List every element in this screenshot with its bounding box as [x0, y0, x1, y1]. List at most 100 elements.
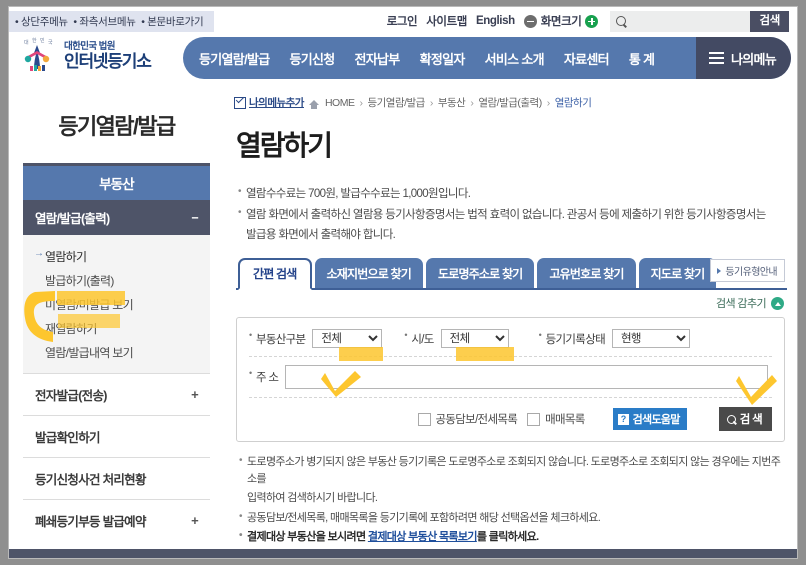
hide-search-toggle[interactable]: 검색 감추기 [234, 295, 784, 311]
sidebar-item-case-status[interactable]: 등기신청사건 처리현황 [23, 457, 210, 499]
sidebar-flat-label-3: 폐쇄등기부등 발급예약 [35, 515, 146, 529]
sidebar-group-print[interactable]: 열람/발급(출력) − [23, 200, 210, 235]
my-menu-button[interactable]: 나의메뉴 [695, 37, 791, 79]
breadcrumb-item-3[interactable]: 열람/발급(출력) [478, 95, 542, 110]
payment-note-suffix: 를 클릭하세요. [476, 531, 539, 544]
payment-target-list-link[interactable]: 결제대상 부동산 목록보기 [368, 531, 478, 543]
sidebar-menu-box: 부동산 열람/발급(출력) − 열람하기 발급하기(출력) 미열람/미발급 보기… [23, 163, 210, 373]
registry-type-guide-label: 등기유형안내 [725, 267, 777, 279]
zoom-out-icon[interactable] [523, 14, 537, 28]
breadcrumb-home[interactable]: HOME [325, 97, 355, 109]
checkbox-joint-collateral[interactable]: 공동담보/전세목록 [417, 411, 518, 427]
sidebar-item-issue[interactable]: 발급하기(출력) [23, 268, 210, 292]
search-submit-button[interactable]: 검 색 [718, 407, 772, 432]
screen-size-label: 화면크기 [540, 16, 582, 28]
expand-icon-0[interactable]: + [191, 387, 199, 402]
breadcrumb-item-1[interactable]: 등기열람/발급 [367, 95, 425, 110]
add-to-my-menu-label: 나의메뉴추가 [249, 97, 304, 109]
sidebar-item-issue-confirm[interactable]: 발급확인하기 [23, 415, 210, 457]
home-icon[interactable] [308, 100, 319, 109]
checkbox-icon-joint[interactable] [417, 412, 431, 426]
skip-link-top-menu[interactable]: • 상단주메뉴 [15, 16, 68, 28]
skip-navigation[interactable]: • 상단주메뉴 • 좌측서브메뉴 • 본문바로가기 [9, 11, 215, 32]
address-input[interactable] [285, 365, 768, 390]
property-type-select[interactable]: 전체 [312, 329, 383, 349]
sidebar-flat-label-2: 등기신청사건 처리현황 [35, 473, 146, 487]
notice-line-1: 열람 화면에서 출력하신 열람용 등기사항증명서는 법적 효력이 없습니다. 관… [238, 206, 787, 224]
svg-text:대: 대 [24, 39, 29, 46]
sidebar-group-toggle-icon[interactable]: − [191, 211, 198, 225]
nav-item-fixed-date[interactable]: 확정일자 [410, 49, 475, 68]
checkbox-trade-list[interactable]: 매매목록 [527, 411, 585, 427]
skip-link-side-menu[interactable]: • 좌측서브메뉴 [73, 16, 135, 28]
utility-bar: • 상단주메뉴 • 좌측서브메뉴 • 본문바로가기 로그인 사이트맵 Engli… [9, 7, 797, 35]
search-submit-label: 검 색 [739, 414, 763, 427]
site-logo[interactable]: 대 한 민 국 대한민국 법원 인터넷등기소 [17, 35, 177, 77]
tab-lot-number-search[interactable]: 소재지번으로 찾기 [314, 258, 423, 289]
site-search-input[interactable] [630, 14, 740, 28]
search-help-button[interactable]: ? 검색도움말 [612, 408, 687, 431]
main-column: 나의메뉴추가 HOME › 등기열람/발급 › 부동산 › 열람/발급(출력) … [224, 83, 797, 558]
registry-type-guide-button[interactable]: 등기유형안내 [710, 259, 785, 283]
skip-link-content[interactable]: • 본문바로가기 [141, 16, 203, 28]
login-link[interactable]: 로그인 [387, 13, 418, 29]
checkbox-icon-trade[interactable] [527, 412, 541, 426]
search-icon [616, 16, 627, 26]
note-line-1: 입력하여 검색하시기 바랍니다. [247, 492, 378, 505]
sidebar-title: 등기열람/발급 [58, 114, 176, 139]
nav-item-epayment[interactable]: 전자납부 [345, 49, 410, 68]
nav-item-registry-apply[interactable]: 등기신청 [279, 49, 344, 68]
breadcrumb-sep-1: › [359, 96, 363, 109]
english-link[interactable]: English [476, 15, 515, 27]
nav-item-statistics[interactable]: 통 계 [619, 49, 664, 68]
note-text-0: 도로명주소가 병기되지 않은 부동산 등기기록은 도로명주소로 조회되지 않습니… [247, 456, 781, 485]
site-header: 대 한 민 국 대한민국 법원 인터넷등기소 등기열람/발급 등기신청 전자납부… [9, 35, 797, 83]
sidebar-item-electronic-issue[interactable]: 전자발급(전송) + [23, 373, 210, 415]
nav-item-registry-view[interactable]: 등기열람/발급 [189, 49, 279, 68]
nav-item-service-intro[interactable]: 서비스 소개 [475, 49, 554, 68]
site-search-button[interactable]: 검색 [750, 10, 789, 32]
search-help-label: 검색도움말 [632, 414, 681, 427]
sidebar-submenu: 열람하기 발급하기(출력) 미열람/미발급 보기 재열람하기 열람/발급내역 보… [23, 235, 210, 373]
zoom-in-icon[interactable] [585, 14, 599, 28]
checkbox-joint-label: 공동담보/전세목록 [435, 414, 518, 427]
add-to-my-menu-link[interactable]: 나의메뉴추가 [234, 95, 304, 110]
expand-icon-3[interactable]: + [191, 513, 199, 528]
notice-line-2: 발급용 화면에서 출력해야 합니다. [246, 229, 396, 242]
site-search: 검색 [610, 10, 789, 32]
sidebar-item-view[interactable]: 열람하기 [23, 244, 210, 268]
site-search-box[interactable] [610, 10, 751, 32]
record-state-select[interactable]: 현행 [611, 329, 690, 349]
breadcrumb-sep-4: › [546, 96, 551, 109]
search-icon [726, 414, 736, 424]
content-area: 등기열람/발급 부동산 열람/발급(출력) − 열람하기 발급하기(출력) 미열… [9, 83, 797, 558]
sidebar-item-closed-registry[interactable]: 폐쇄등기부등 발급예약 + [23, 499, 210, 541]
search-row-selects: 부동산구분 전체 시/도 전체 등기기록상태 현행 [249, 328, 772, 358]
tab-unique-number-search[interactable]: 고유번호로 찾기 [537, 258, 636, 289]
logo-line2: 인터넷등기소 [64, 52, 152, 72]
region-select[interactable]: 전체 [440, 329, 509, 349]
browser-page: • 상단주메뉴 • 좌측서브메뉴 • 본문바로가기 로그인 사이트맵 Engli… [8, 6, 798, 559]
hide-search-label: 검색 감추기 [715, 298, 767, 311]
sidebar-section-header: 부동산 [23, 166, 210, 200]
tab-map-search[interactable]: 지도로 찾기 [638, 258, 717, 289]
tab-simple-search[interactable]: 간편 검색 [238, 258, 312, 291]
svg-text:국: 국 [48, 40, 53, 46]
global-navigation: 등기열람/발급 등기신청 전자납부 확정일자 서비스 소개 자료센터 통 계 나… [183, 37, 791, 79]
search-panel: 부동산구분 전체 시/도 전체 등기기록상태 현행 [236, 317, 785, 443]
search-tabs: 간편 검색 소재지번으로 찾기 도로명주소로 찾기 고유번호로 찾기 지도로 찾… [236, 258, 787, 291]
question-mark-icon: ? [617, 413, 629, 425]
address-label: 주 소 [249, 368, 279, 385]
breadcrumb-item-2[interactable]: 부동산 [438, 95, 466, 110]
sidebar-item-review[interactable]: 재열람하기 [23, 316, 210, 340]
sidebar-item-history[interactable]: 열람/발급내역 보기 [23, 340, 210, 364]
sidebar-flat-label-0: 전자발급(전송) [35, 389, 107, 403]
sidebar-item-unviewed[interactable]: 미열람/미발급 보기 [23, 292, 210, 316]
screen-size-control: 화면크기 [523, 13, 599, 29]
logo-text: 대한민국 법원 인터넷등기소 [64, 42, 152, 72]
breadcrumb-sep-2: › [429, 96, 434, 109]
nav-items: 등기열람/발급 등기신청 전자납부 확정일자 서비스 소개 자료센터 통 계 [183, 49, 696, 68]
tab-road-address-search[interactable]: 도로명주소로 찾기 [425, 258, 535, 289]
nav-item-data-center[interactable]: 자료센터 [554, 49, 619, 68]
sitemap-link[interactable]: 사이트맵 [426, 13, 467, 29]
